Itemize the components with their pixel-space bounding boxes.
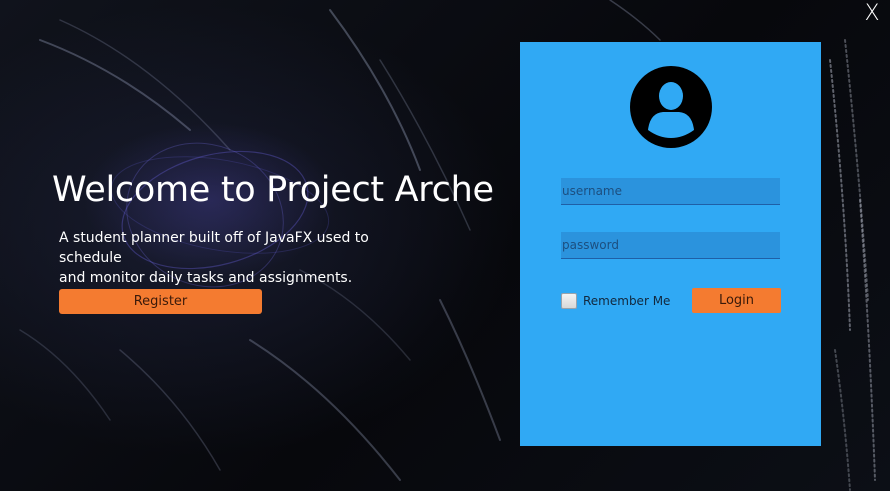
app-description: A student planner built off of JavaFX us… [59, 228, 419, 288]
welcome-title: Welcome to Project Arche [52, 170, 494, 210]
app-description-line-2: and monitor daily tasks and assignments. [59, 270, 353, 286]
remember-me-label: Remember Me [583, 294, 671, 308]
login-button[interactable]: Login [692, 288, 781, 313]
username-input[interactable] [561, 178, 780, 205]
remember-me-toggle[interactable]: Remember Me [561, 292, 670, 310]
app-description-line-1: A student planner built off of JavaFX us… [59, 230, 369, 266]
login-panel: Remember Me Login [520, 42, 821, 446]
password-input[interactable] [561, 232, 780, 259]
remember-me-checkbox[interactable] [561, 293, 577, 309]
user-avatar-icon [630, 66, 712, 148]
register-button[interactable]: Register [59, 289, 262, 314]
close-window-button[interactable]: X [858, 2, 886, 26]
